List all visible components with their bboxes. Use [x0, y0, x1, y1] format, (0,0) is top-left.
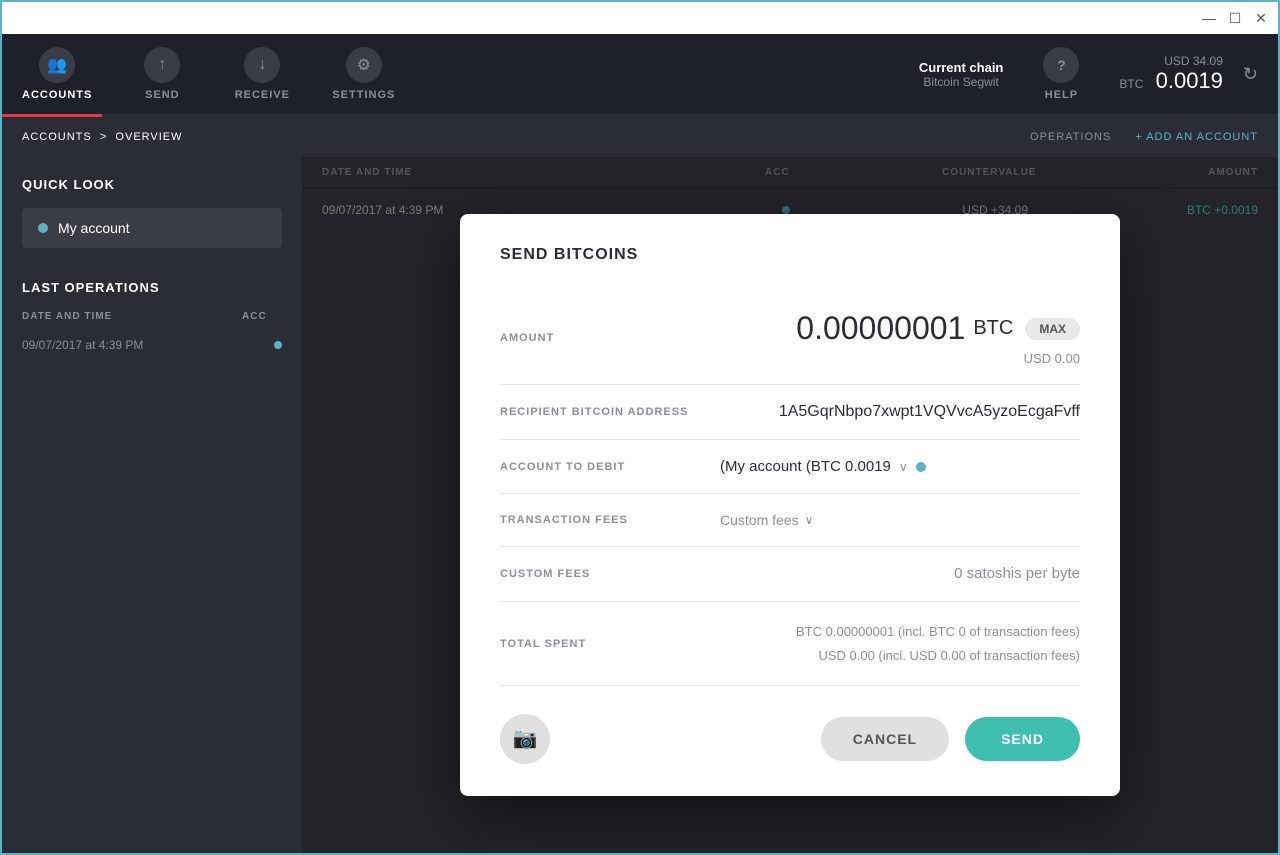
dialog-title: SEND BITCOINS [500, 246, 1080, 264]
amount-usd: USD 0.00 [1024, 351, 1080, 366]
fees-row: TRANSACTION FEES Custom fees ∨ [500, 494, 1080, 547]
fees-select[interactable]: Custom fees ∨ [720, 512, 1080, 528]
account-debit-value-container: (My account (BTC 0.0019 ∨ [720, 458, 1080, 475]
title-bar: — ☐ ✕ [2, 2, 1278, 34]
nav-accounts[interactable]: 👥 ACCOUNTS [22, 47, 92, 101]
chain-name: Bitcoin Segwit [923, 75, 998, 89]
receive-label: RECEIVE [235, 89, 290, 101]
custom-fees-value-container: 0 satoshis per byte [720, 565, 1080, 583]
account-select-text: (My account (BTC 0.0019 [720, 458, 891, 475]
total-spent-row: TOTAL SPENT BTC 0.00000001 (incl. BTC 0 … [500, 602, 1080, 686]
last-ops-title: LAST OPERATIONS [22, 280, 282, 295]
main-content: QUICK LOOK My account LAST OPERATIONS DA… [2, 157, 1278, 853]
ops-header-date: DATE AND TIME [22, 311, 234, 322]
account-debit-label: ACCOUNT TO DEBIT [500, 461, 720, 473]
sidebar: QUICK LOOK My account LAST OPERATIONS DA… [2, 157, 302, 853]
recipient-label: RECIPIENT BITCOIN ADDRESS [500, 406, 720, 418]
ops-row-date: 09/07/2017 at 4:39 PM [22, 338, 266, 352]
custom-fees-value: 0 satoshis per byte [954, 565, 1080, 582]
accounts-label: ACCOUNTS [22, 89, 92, 101]
receive-icon: ↓ [244, 47, 280, 83]
nav-settings[interactable]: ⚙ SETTINGS [332, 47, 395, 101]
cancel-button[interactable]: CANCEL [821, 717, 949, 761]
help-label: HELP [1045, 89, 1078, 101]
camera-icon: 📷 [513, 726, 538, 751]
fees-select-text: Custom fees [720, 512, 799, 528]
camera-button[interactable]: 📷 [500, 714, 550, 764]
right-area: DATE AND TIME ACC COUNTERVALUE AMOUNT 09… [302, 157, 1278, 853]
custom-fees-row: CUSTOM FEES 0 satoshis per byte [500, 547, 1080, 602]
amount-value-container: 0.00000001 BTC MAX USD 0.00 [720, 310, 1080, 366]
footer-actions: CANCEL SEND [821, 717, 1080, 761]
account-select[interactable]: (My account (BTC 0.0019 ∨ [720, 458, 1080, 475]
send-bitcoins-dialog: SEND BITCOINS AMOUNT 0.00000001 BTC MAX … [460, 214, 1120, 796]
accounts-icon: 👥 [39, 47, 75, 83]
max-button[interactable]: MAX [1025, 318, 1080, 340]
btc-balance: BTC 0.0019 [1119, 68, 1223, 94]
operations-link[interactable]: OPERATIONS [1030, 131, 1111, 143]
ops-row-dot [274, 341, 282, 349]
nav-help[interactable]: ? HELP [1043, 47, 1079, 101]
ops-row: 09/07/2017 at 4:39 PM [22, 330, 282, 360]
custom-fees-label: CUSTOM FEES [500, 568, 720, 580]
amount-currency: BTC [973, 317, 1013, 340]
quick-look-title: QUICK LOOK [22, 177, 282, 192]
amount-top: 0.00000001 BTC MAX [796, 310, 1080, 347]
balance-display: USD 34.09 BTC 0.0019 [1119, 54, 1223, 94]
usd-balance: USD 34.09 [1164, 54, 1223, 68]
nav-items: 👥 ACCOUNTS ↑ SEND ↓ RECEIVE ⚙ SETTINGS [22, 47, 395, 101]
recipient-address: 1A5GqrNbpo7xwpt1VQVvcA5yzoEcgaFvff [779, 403, 1080, 420]
total-spent-line1: BTC 0.00000001 (incl. BTC 0 of transacti… [720, 620, 1080, 643]
ops-header: DATE AND TIME ACC [22, 311, 282, 322]
account-select-dot [916, 462, 926, 472]
breadcrumb-actions: OPERATIONS + ADD AN ACCOUNT [1030, 131, 1258, 143]
settings-label: SETTINGS [332, 89, 395, 101]
send-label: SEND [145, 89, 180, 101]
account-chevron-icon: ∨ [899, 460, 908, 474]
amount-value: 0.00000001 [796, 310, 965, 347]
ops-header-acc: ACC [242, 311, 282, 322]
chain-label: Current chain [919, 60, 1004, 75]
sidebar-account-item[interactable]: My account [22, 208, 282, 248]
nav-receive[interactable]: ↓ RECEIVE [232, 47, 292, 101]
modal-overlay: SEND BITCOINS AMOUNT 0.00000001 BTC MAX … [302, 157, 1278, 853]
fees-label: TRANSACTION FEES [500, 514, 720, 526]
account-debit-row: ACCOUNT TO DEBIT (My account (BTC 0.0019… [500, 440, 1080, 494]
send-icon: ↑ [144, 47, 180, 83]
settings-icon: ⚙ [346, 47, 382, 83]
amount-row: AMOUNT 0.00000001 BTC MAX USD 0.00 [500, 292, 1080, 385]
chain-info: Current chain Bitcoin Segwit [919, 60, 1004, 89]
recipient-row: RECIPIENT BITCOIN ADDRESS 1A5GqrNbpo7xwp… [500, 385, 1080, 440]
send-button[interactable]: SEND [965, 717, 1080, 761]
fees-value-container: Custom fees ∨ [720, 512, 1080, 528]
app-window: — ☐ ✕ 👥 ACCOUNTS ↑ SEND ↓ RECEIVE ⚙ SETT… [0, 0, 1280, 855]
account-status-dot [38, 223, 48, 233]
breadcrumb: ACCOUNTS > OVERVIEW [22, 131, 183, 143]
nav-send[interactable]: ↑ SEND [132, 47, 192, 101]
refresh-button[interactable]: ↻ [1243, 64, 1258, 85]
dialog-footer: 📷 CANCEL SEND [500, 714, 1080, 764]
breadcrumb-bar: ACCOUNTS > OVERVIEW OPERATIONS + ADD AN … [2, 117, 1278, 157]
help-icon: ? [1043, 47, 1079, 83]
amount-label: AMOUNT [500, 332, 720, 344]
total-spent-value-container: BTC 0.00000001 (incl. BTC 0 of transacti… [720, 620, 1080, 667]
close-button[interactable]: ✕ [1252, 9, 1270, 27]
add-account-link[interactable]: + ADD AN ACCOUNT [1135, 131, 1258, 143]
sidebar-account-name: My account [58, 220, 130, 236]
maximize-button[interactable]: ☐ [1226, 9, 1244, 27]
total-spent-label: TOTAL SPENT [500, 638, 720, 650]
total-spent-line2: USD 0.00 (incl. USD 0.00 of transaction … [720, 644, 1080, 667]
recipient-value-container: 1A5GqrNbpo7xwpt1VQVvcA5yzoEcgaFvff [720, 403, 1080, 421]
minimize-button[interactable]: — [1200, 9, 1218, 27]
top-nav: 👥 ACCOUNTS ↑ SEND ↓ RECEIVE ⚙ SETTINGS C… [2, 34, 1278, 114]
fees-chevron-icon: ∨ [805, 513, 814, 527]
